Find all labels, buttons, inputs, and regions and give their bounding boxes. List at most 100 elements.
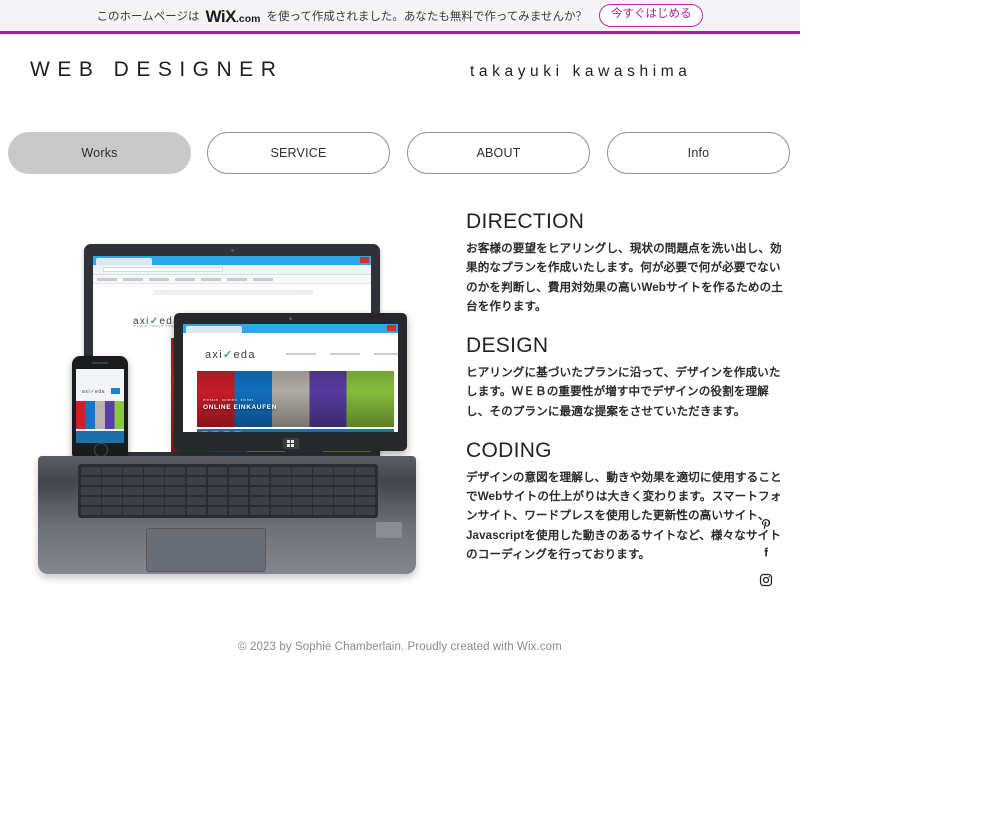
tablet-axiveda-nav — [285, 353, 398, 355]
key — [102, 476, 122, 486]
windows-logo-icon — [286, 439, 295, 448]
tablet-nav-item — [329, 353, 360, 355]
tab-works[interactable]: Works — [8, 132, 191, 174]
phone-cta-button — [111, 388, 120, 394]
tablet-close-icon — [387, 325, 396, 331]
page-title: WEB DESIGNER — [30, 58, 284, 81]
key — [102, 496, 122, 506]
browser-address-bar — [93, 265, 371, 275]
key — [102, 486, 122, 496]
key — [270, 476, 291, 486]
key — [144, 496, 164, 506]
key — [313, 496, 333, 506]
phone-axiveda-logo: axi✓eda — [82, 389, 106, 395]
key — [144, 486, 164, 496]
bookmark-item — [175, 277, 195, 281]
key — [249, 486, 270, 496]
promo-text-before: このホームページは — [96, 10, 200, 23]
key — [355, 467, 375, 476]
key — [102, 506, 122, 515]
key — [165, 486, 186, 496]
tab-service-label: SERVICE — [270, 146, 327, 160]
section-direction-body: お客様の要望をヒアリングし、現状の問題点を洗い出し、効果的なプランを作成いたしま… — [466, 242, 783, 313]
phone-hero-image — [76, 401, 124, 429]
key — [270, 496, 291, 506]
key — [334, 467, 354, 476]
key — [144, 506, 164, 515]
tab-service[interactable]: SERVICE — [207, 132, 390, 174]
bookmark-item — [97, 277, 117, 281]
pinterest-icon[interactable] — [757, 514, 775, 534]
key — [313, 467, 333, 476]
browser-titlebar — [93, 256, 371, 265]
key — [292, 467, 312, 476]
section-coding-body: デザインの意図を理解し、動きや効果を適切に使用することでWebサイトの仕上がりは… — [466, 470, 782, 561]
key — [228, 476, 249, 486]
key — [249, 506, 270, 515]
section-design: DESIGN ヒアリングに基づいたプランに沿って、デザインを作成いたします。ＷＥ… — [466, 334, 790, 421]
tablet-hero-caption-main: ONLINE EINKAUFEN — [203, 404, 277, 412]
key — [355, 486, 375, 496]
key — [228, 486, 249, 496]
tab-works-label: Works — [81, 146, 118, 160]
key — [144, 467, 164, 476]
tablet-screen: axi✓eda einfach. schnell. sicher. ONLINE… — [183, 324, 398, 432]
tablet-taskbar-icon — [201, 430, 208, 432]
tab-about-label: ABOUT — [476, 146, 521, 160]
laptop-badge-sticker — [376, 522, 402, 538]
key — [334, 486, 354, 496]
key — [123, 486, 143, 496]
key — [228, 467, 249, 476]
section-design-title: DESIGN — [466, 334, 549, 358]
key — [313, 506, 333, 515]
key — [355, 496, 375, 506]
wix-logo-word: WiX — [205, 7, 236, 26]
tablet-taskbar-icon — [223, 430, 230, 432]
key — [123, 476, 143, 486]
key — [207, 476, 228, 486]
key — [81, 496, 101, 506]
key — [81, 486, 101, 496]
tablet-taskbar-icon — [212, 430, 219, 432]
keyboard-row — [81, 476, 375, 486]
laptop-trackpad — [146, 528, 266, 572]
key — [313, 476, 333, 486]
facebook-icon[interactable] — [757, 542, 775, 562]
tab-about[interactable]: ABOUT — [407, 132, 590, 174]
section-direction-title: DIRECTION — [466, 210, 585, 233]
tablet-browser-tab — [186, 326, 242, 333]
wix-promo-banner-content: このホームページは WiX.com を使って作成されました。あなたも無料で作って… — [97, 4, 704, 27]
tablet-hero-image: einfach. schnell. sicher. ONLINE EINKAUF… — [197, 371, 394, 427]
tablet-browser-titlebar — [183, 324, 398, 333]
key — [249, 476, 270, 486]
key — [334, 496, 354, 506]
key — [355, 476, 375, 486]
key — [144, 476, 164, 486]
section-coding-title: CODING — [466, 438, 552, 462]
key — [207, 496, 228, 506]
tab-info[interactable]: Info — [607, 132, 790, 174]
social-links-bar — [757, 514, 775, 598]
tablet-nav-item — [373, 353, 398, 355]
instagram-icon[interactable] — [757, 570, 775, 590]
tablet-hero-caption-small: einfach. schnell. sicher. — [203, 397, 256, 402]
section-coding: CODING デザインの意図を理解し、動きや効果を適切に使用することでWebサイ… — [466, 439, 790, 564]
bookmark-item — [123, 277, 143, 281]
key — [228, 496, 249, 506]
laptop-keyboard — [78, 464, 378, 518]
tablet-windows-button — [282, 438, 299, 449]
phone-screen: axi✓eda — [76, 369, 124, 443]
key — [186, 467, 207, 476]
key — [186, 496, 207, 506]
owner-name: takayuki kawashima — [470, 63, 692, 80]
promo-cta-button[interactable]: 今すぐはじめる — [598, 4, 704, 27]
browser-bookmarks-bar — [93, 275, 371, 284]
section-direction: DIRECTION お客様の要望をヒアリングし、現状の問題点を洗い出し、効果的な… — [466, 210, 790, 316]
key — [292, 496, 312, 506]
tablet-device: axi✓eda einfach. schnell. sicher. ONLINE… — [174, 313, 407, 451]
wix-promo-banner: このホームページは WiX.com を使って作成されました。あなたも無料で作って… — [0, 0, 800, 34]
footer-copyright: © 2023 by Sophie Chamberlain. Proudly cr… — [238, 641, 562, 653]
keyboard-row — [81, 506, 375, 515]
key — [165, 476, 186, 486]
wix-logo: WiX.com — [205, 8, 260, 25]
